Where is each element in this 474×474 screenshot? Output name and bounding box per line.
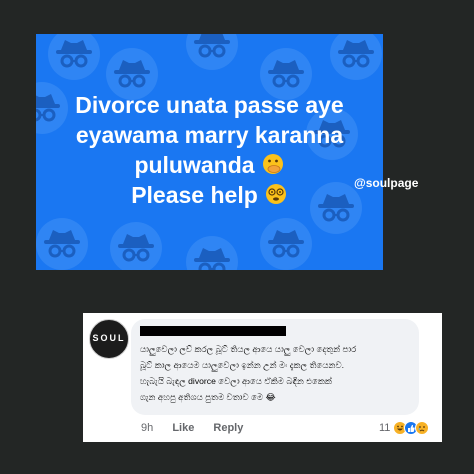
comment-line: යාලුවෙලා ලව් කරල බූට් තියල ආයෙ යාලු වෙලා…: [140, 344, 357, 354]
sad-reaction-icon: [415, 421, 430, 435]
comment-line: හැබැයි බැඳල divorce වෙලා ආයෙ ඒකිම බඳින එ…: [140, 376, 332, 386]
incognito-icon: [184, 34, 240, 72]
incognito-icon: [328, 34, 383, 82]
comment-screenshot: SOUL යාලුවෙලා ලව් කරල බූට් තියල ආයෙ යාලු…: [83, 313, 442, 442]
redacted-commenter-name: [140, 326, 286, 336]
comment-text: යාලුවෙලා ලව් කරල බූට් තියල ආයෙ යාලු වෙලා…: [140, 341, 414, 405]
incognito-icon: [46, 34, 102, 82]
reaction-count: 11: [379, 422, 391, 434]
avatar-logo-text: SOUL: [92, 333, 126, 343]
post-line: Divorce unata passe aye: [75, 92, 344, 118]
post-message: Divorce unata passe aye eyawama marry ka…: [36, 90, 383, 210]
post-line: puluwanda: [134, 152, 255, 178]
comment-time: 9h: [141, 422, 154, 434]
post-line: eyawama marry karanna: [75, 122, 344, 148]
incognito-icon: [258, 216, 314, 270]
avatar[interactable]: SOUL: [89, 319, 129, 359]
watermark: @soulpage: [354, 176, 419, 190]
incognito-icon: [184, 234, 240, 270]
incognito-icon: [108, 220, 164, 270]
like-button[interactable]: Like: [172, 422, 194, 434]
post-image: Divorce unata passe aye eyawama marry ka…: [36, 34, 383, 270]
comment-line: බූට් කාල ආයෙම යාලුවෙලා ඉන්න උන් මං දැකල …: [140, 360, 345, 370]
incognito-icon: [36, 216, 90, 270]
reply-button[interactable]: Reply: [213, 422, 243, 434]
post-line: Please help: [131, 182, 258, 208]
dizzy-eyes-face-icon: [265, 184, 286, 204]
comment-bubble: යාලුවෙලා ලව් කරල බූට් තියල ආයෙ යාලු වෙලා…: [131, 319, 419, 415]
comment-actions: 9h Like Reply: [141, 422, 259, 434]
reaction-summary[interactable]: 11: [379, 420, 430, 436]
hand-over-mouth-face-icon: [262, 154, 283, 174]
comment-line: ගැන අහපු අතිශය පුතම වතාව මෙ 😂: [140, 392, 276, 402]
